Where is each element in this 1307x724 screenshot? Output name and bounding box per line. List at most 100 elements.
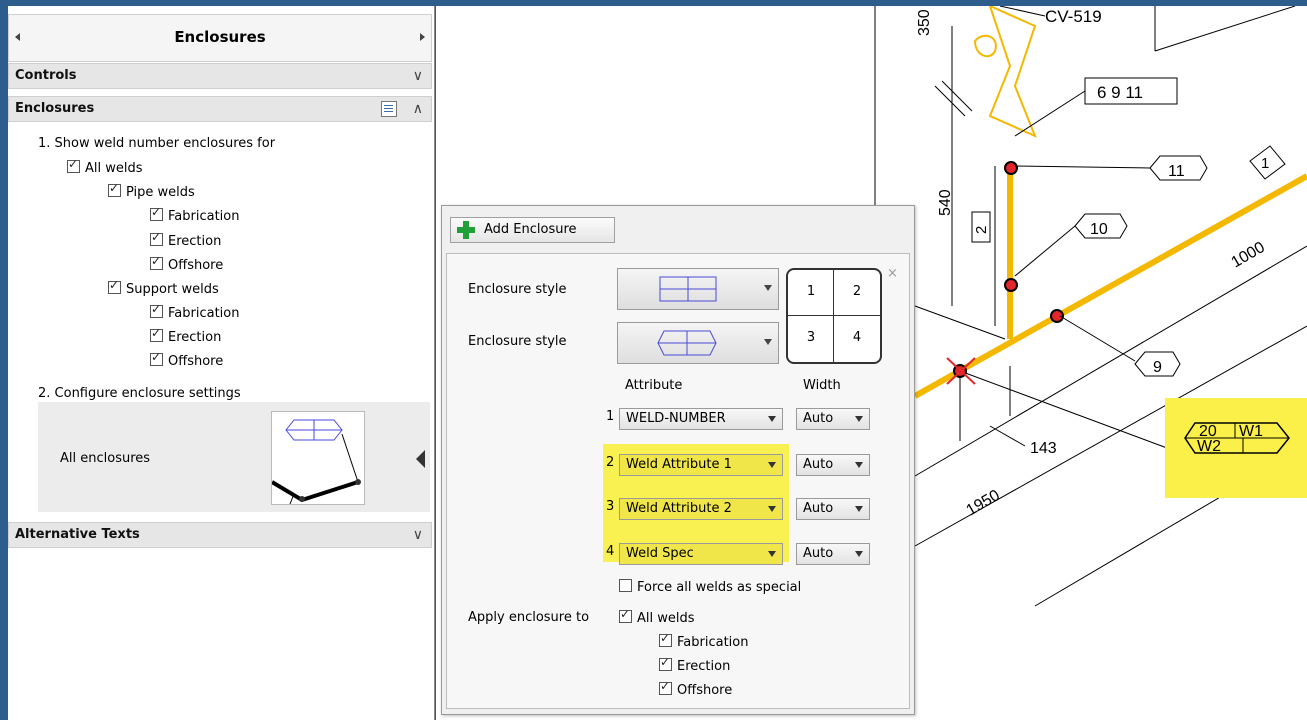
- checkbox-label: All welds: [85, 161, 143, 176]
- section-alternative-texts-label: Alternative Texts: [15, 527, 140, 542]
- enclosure-preview-thumbnail[interactable]: [271, 411, 365, 505]
- dropdown-arrow-icon: [855, 416, 863, 422]
- row-number: 1: [606, 409, 615, 424]
- dropdown-arrow-icon: [768, 416, 776, 422]
- checkbox-support-fabrication[interactable]: Fabrication: [150, 302, 240, 321]
- checkbox-apply-fabrication[interactable]: Fabrication: [659, 631, 748, 650]
- weld-dot: [1004, 278, 1018, 292]
- checkbox-box[interactable]: [659, 679, 672, 695]
- checkbox-pipe-welds[interactable]: Pipe welds: [108, 181, 195, 200]
- dimension-tick: [941, 80, 973, 112]
- checkbox-box[interactable]: [108, 181, 121, 197]
- next-panel-arrow-icon[interactable]: [420, 33, 425, 41]
- checkbox-box[interactable]: [150, 350, 163, 366]
- section-enclosures[interactable]: Enclosures ∧: [8, 96, 432, 122]
- checkbox-label: Offshore: [168, 258, 224, 273]
- slot-4[interactable]: 4: [834, 330, 880, 345]
- collapse-arrow-icon[interactable]: [416, 450, 425, 468]
- attribute-select-2[interactable]: Weld Attribute 1: [619, 454, 783, 476]
- slot-3[interactable]: 3: [788, 330, 834, 345]
- checkbox-box[interactable]: [150, 230, 163, 246]
- dropdown-arrow-icon: [768, 462, 776, 468]
- enclosure-slot-grid[interactable]: 1 2 3 4: [786, 268, 882, 364]
- checkbox-support-offshore[interactable]: Offshore: [150, 350, 224, 369]
- chevron-down-icon[interactable]: ∨: [413, 68, 423, 84]
- checkbox-box[interactable]: [659, 655, 672, 671]
- dropdown-arrow-icon: [855, 506, 863, 512]
- add-enclosure-popup: Add Enclosure Enclosure style Enclosure …: [441, 205, 915, 715]
- checkbox-support-welds[interactable]: Support welds: [108, 278, 219, 297]
- leader-line: [1059, 315, 1136, 362]
- enclosure-example-highlight: 20 W1 W2: [1165, 398, 1307, 498]
- dimension-540-label: 540: [937, 189, 954, 216]
- add-enclosure-button[interactable]: Add Enclosure: [450, 217, 615, 243]
- leader-line: [1014, 165, 1151, 169]
- chevron-down-icon[interactable]: ∨: [413, 527, 423, 543]
- width-select-4[interactable]: Auto: [796, 543, 870, 565]
- checkbox-all-welds[interactable]: All welds: [67, 157, 143, 176]
- width-value: Auto: [803, 411, 834, 426]
- checkbox-box[interactable]: [659, 631, 672, 647]
- checkbox-apply-erection[interactable]: Erection: [659, 655, 730, 674]
- attribute-select-1[interactable]: WELD-NUMBER: [619, 408, 783, 430]
- apply-enclosure-label: Apply enclosure to: [468, 610, 590, 625]
- weld-9-label: 9: [1153, 359, 1162, 376]
- checkbox-box[interactable]: [150, 302, 163, 318]
- section-alternative-texts[interactable]: Alternative Texts ∨: [8, 522, 432, 548]
- attribute-value: WELD-NUMBER: [626, 411, 726, 426]
- weld-dot: [1004, 161, 1018, 175]
- enclosures-panel: Enclosures Controls ∨ Enclosures ∧ 1. Sh…: [8, 6, 435, 720]
- checkbox-box[interactable]: [67, 157, 80, 173]
- attribute-select-4[interactable]: Weld Spec: [619, 543, 783, 565]
- checkbox-apply-offshore[interactable]: Offshore: [659, 679, 732, 698]
- row-number: 2: [606, 455, 615, 470]
- checkbox-label: Offshore: [168, 354, 224, 369]
- window-frame-left: [0, 0, 8, 720]
- section-controls-label: Controls: [15, 68, 77, 83]
- checkbox-label: Fabrication: [168, 209, 240, 224]
- checkbox-force-special[interactable]: Force all welds as special: [619, 579, 801, 595]
- enclosure-style-dropdown-2[interactable]: [617, 322, 779, 364]
- checkbox-pipe-offshore[interactable]: Offshore: [150, 254, 224, 273]
- checkbox-box[interactable]: [150, 326, 163, 342]
- checkbox-box[interactable]: [150, 254, 163, 270]
- checkbox-pipe-fabrication[interactable]: Fabrication: [150, 205, 240, 224]
- width-select-1[interactable]: Auto: [796, 408, 870, 430]
- leader-line: [914, 305, 1006, 340]
- checkbox-box[interactable]: [108, 278, 121, 294]
- section-controls[interactable]: Controls ∨: [8, 63, 432, 89]
- enclosure-example: 20 W1 W2: [1184, 422, 1290, 455]
- width-select-2[interactable]: Auto: [796, 454, 870, 476]
- checkbox-box[interactable]: [150, 205, 163, 221]
- slot-1[interactable]: 1: [788, 284, 834, 299]
- panel-title: Enclosures: [174, 28, 266, 46]
- enclosure-style-preview-hexagon: [657, 330, 717, 356]
- checkbox-apply-all-welds[interactable]: All welds: [619, 607, 695, 626]
- checkbox-pipe-erection[interactable]: Erection: [150, 230, 221, 249]
- step1-label: 1. Show weld number enclosures for: [38, 136, 276, 151]
- dimension-350-label: 350: [916, 9, 933, 36]
- close-icon[interactable]: ×: [887, 266, 898, 281]
- checkbox-support-erection[interactable]: Erection: [150, 326, 221, 345]
- width-value: Auto: [803, 501, 834, 516]
- enclosure-style-dropdown-1[interactable]: [617, 268, 779, 310]
- chevron-up-icon[interactable]: ∧: [413, 101, 423, 117]
- weld-1-label: 1: [1261, 155, 1269, 172]
- leader-line: [1154, 5, 1296, 52]
- width-select-3[interactable]: Auto: [796, 498, 870, 520]
- dimension-143-label: 143: [1030, 440, 1057, 457]
- slot-2[interactable]: 2: [834, 284, 880, 299]
- width-value: Auto: [803, 457, 834, 472]
- list-settings-icon[interactable]: [381, 101, 397, 117]
- checkbox-box[interactable]: [619, 607, 632, 623]
- checkbox-label: Fabrication: [168, 306, 240, 321]
- enclosure-preview-graphic: [272, 419, 361, 504]
- attribute-header: Attribute: [625, 378, 683, 393]
- dropdown-arrow-icon: [768, 506, 776, 512]
- grid-divider: [788, 315, 880, 316]
- attribute-select-3[interactable]: Weld Attribute 2: [619, 498, 783, 520]
- checkbox-box[interactable]: [619, 579, 632, 592]
- width-value: Auto: [803, 546, 834, 561]
- enclosure-style-label-2: Enclosure style: [468, 334, 567, 349]
- checkbox-label: Force all welds as special: [637, 580, 802, 595]
